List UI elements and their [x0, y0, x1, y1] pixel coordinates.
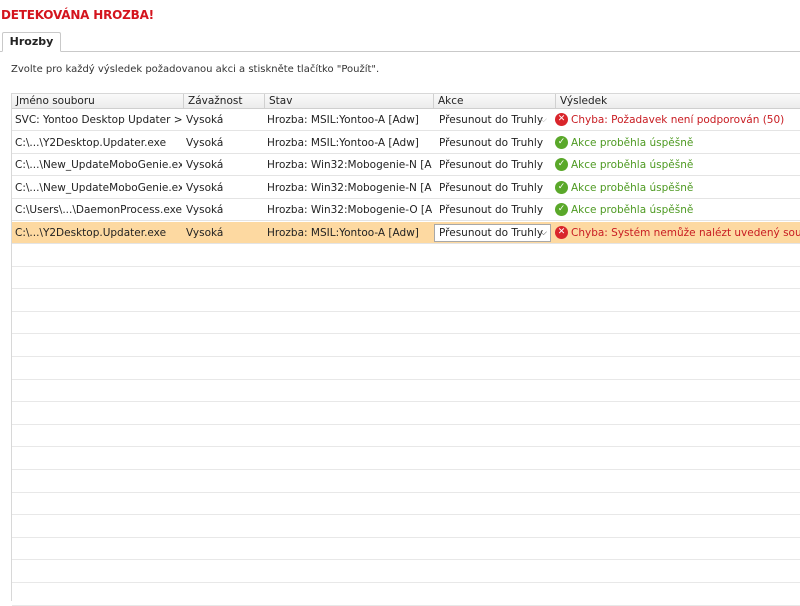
check-circle-icon: ✓ [555, 203, 568, 217]
file-name-cell: C:\Users\...\DaemonProcess.exe [15, 204, 182, 217]
empty-row [12, 335, 800, 357]
result-cell: ✓ Akce proběhla úspěšně [555, 177, 800, 199]
instructions-text: Zvolte pro každý výsledek požadovanou ak… [11, 64, 380, 75]
empty-row [12, 403, 800, 425]
action-dropdown-value: Přesunout do Truhly [439, 227, 544, 239]
table-header: Jméno souboru Závažnost Stav Akce Výsled… [12, 94, 800, 109]
table-row[interactable]: SVC: Yontoo Desktop Updater > C:\... Vyso… [12, 109, 800, 131]
column-header-result[interactable]: Výsledek [555, 94, 800, 108]
empty-row [12, 538, 800, 561]
severity-cell: Vysoká [186, 136, 224, 149]
file-name-cell: C:\...\Y2Desktop.Updater.exe [15, 227, 167, 239]
alert-title: DETEKOVÁNA HROZBA! [1, 8, 154, 22]
status-cell: Hrozba: MSIL:Yontoo-A [Adw] [267, 227, 419, 239]
severity-cell: Vysoká [186, 159, 224, 172]
error-circle-icon: ✕ [555, 113, 568, 126]
action-cell: Přesunout do Truhly [433, 154, 554, 176]
table-row[interactable]: C:\Users\...\DaemonProcess.exe Vysoká Hroz… [12, 199, 800, 222]
empty-row [12, 471, 800, 493]
result-cell: ✕ Chyba: Systém nemůže nalézt uvedený sou… [555, 222, 800, 244]
status-cell: Hrozba: Win32:Mobogenie-N [Adw] [267, 159, 432, 172]
error-circle-icon: ✕ [555, 226, 568, 239]
empty-row [12, 380, 800, 403]
severity-cell: Vysoká [186, 204, 224, 217]
file-name-cell: C:\...\New_UpdateMoboGenie.exe [15, 181, 182, 194]
check-circle-icon: ✓ [555, 158, 568, 172]
empty-row [12, 267, 800, 290]
action-dropdown-value: Přesunout do Truhly [439, 204, 544, 217]
action-dropdown[interactable]: Přesunout do Truhly ⌵ [434, 111, 551, 129]
empty-row [12, 448, 800, 470]
table-row[interactable]: C:\...\Y2Desktop.Updater.exe Vysoká Hrozba… [12, 132, 800, 154]
column-header-status[interactable]: Stav [264, 94, 433, 108]
empty-row [12, 516, 800, 538]
column-header-file[interactable]: Jméno souboru [12, 94, 183, 108]
result-text: Akce proběhla úspěšně [571, 159, 694, 172]
status-cell: Hrozba: Win32:Mobogenie-O [Adw] [267, 204, 432, 217]
action-dropdown[interactable]: Přesunout do Truhly [434, 179, 551, 197]
result-cell: ✕ Chyba: Požadavek není podporován (50) [555, 109, 800, 131]
threat-table: Jméno souboru Závažnost Stav Akce Výsled… [11, 93, 800, 606]
empty-row [12, 358, 800, 380]
severity-cell: Vysoká [186, 227, 224, 239]
tab-strip: Hrozby [0, 32, 800, 52]
action-dropdown[interactable]: Přesunout do Truhly [434, 156, 551, 174]
file-name-cell: C:\...\New_UpdateMoboGenie.exe [15, 159, 182, 172]
file-name-cell: C:\...\Y2Desktop.Updater.exe [15, 136, 167, 149]
table-row[interactable]: C:\...\Y2Desktop.Updater.exe Vysoká Hrozba… [12, 222, 800, 244]
empty-row [12, 245, 800, 267]
empty-row [12, 584, 800, 606]
result-cell: ✓ Akce proběhla úspěšně [555, 132, 800, 154]
empty-row [12, 290, 800, 312]
action-cell: Přesunout do Truhly [433, 132, 554, 154]
empty-row [12, 425, 800, 448]
empty-row [12, 493, 800, 516]
status-cell: Hrozba: MSIL:Yontoo-A [Adw] [267, 136, 419, 149]
check-circle-icon: ✓ [555, 135, 568, 149]
table-row[interactable]: C:\...\New_UpdateMoboGenie.exe Vysoká Hroz… [12, 177, 800, 199]
result-text: Akce proběhla úspěšně [571, 136, 694, 149]
empty-row [12, 312, 800, 335]
result-text: Akce proběhla úspěšně [571, 204, 694, 217]
check-circle-icon: ✓ [555, 180, 568, 194]
column-header-severity[interactable]: Závažnost [183, 94, 264, 108]
chevron-down-icon[interactable]: ⌵ [540, 225, 547, 242]
result-text: Chyba: Požadavek není podporován (50) [571, 114, 785, 126]
action-cell: Přesunout do Truhly ⌵ [433, 222, 554, 244]
action-dropdown-value: Přesunout do Truhly [439, 181, 544, 194]
action-cell: Přesunout do Truhly ⌵ [433, 109, 554, 131]
action-dropdown[interactable]: Přesunout do Truhly [434, 201, 551, 219]
column-header-action[interactable]: Akce [433, 94, 555, 108]
result-text: Akce proběhla úspěšně [571, 181, 694, 194]
chevron-down-icon[interactable]: ⌵ [540, 112, 547, 129]
tab-hrozby[interactable]: Hrozby [2, 32, 61, 52]
severity-cell: Vysoká [186, 114, 224, 126]
table-row[interactable]: C:\...\New_UpdateMoboGenie.exe Vysoká Hroz… [12, 154, 800, 177]
action-dropdown[interactable]: Přesunout do Truhly ⌵ [434, 224, 551, 242]
action-dropdown-value: Přesunout do Truhly [439, 159, 544, 172]
action-dropdown-value: Přesunout do Truhly [439, 114, 544, 126]
result-cell: ✓ Akce proběhla úspěšně [555, 199, 800, 221]
file-name-cell: SVC: Yontoo Desktop Updater > C:\... [15, 114, 182, 126]
severity-cell: Vysoká [186, 181, 224, 194]
action-cell: Přesunout do Truhly [433, 177, 554, 199]
empty-row [12, 561, 800, 583]
result-cell: ✓ Akce proběhla úspěšně [555, 154, 800, 176]
action-dropdown[interactable]: Přesunout do Truhly [434, 134, 551, 152]
status-cell: Hrozba: Win32:Mobogenie-N [Adw] [267, 181, 432, 194]
action-cell: Přesunout do Truhly [433, 199, 554, 221]
result-text: Chyba: Systém nemůže nalézt uvedený soub… [571, 227, 800, 239]
status-cell: Hrozba: MSIL:Yontoo-A [Adw] [267, 114, 419, 126]
action-dropdown-value: Přesunout do Truhly [439, 136, 544, 149]
